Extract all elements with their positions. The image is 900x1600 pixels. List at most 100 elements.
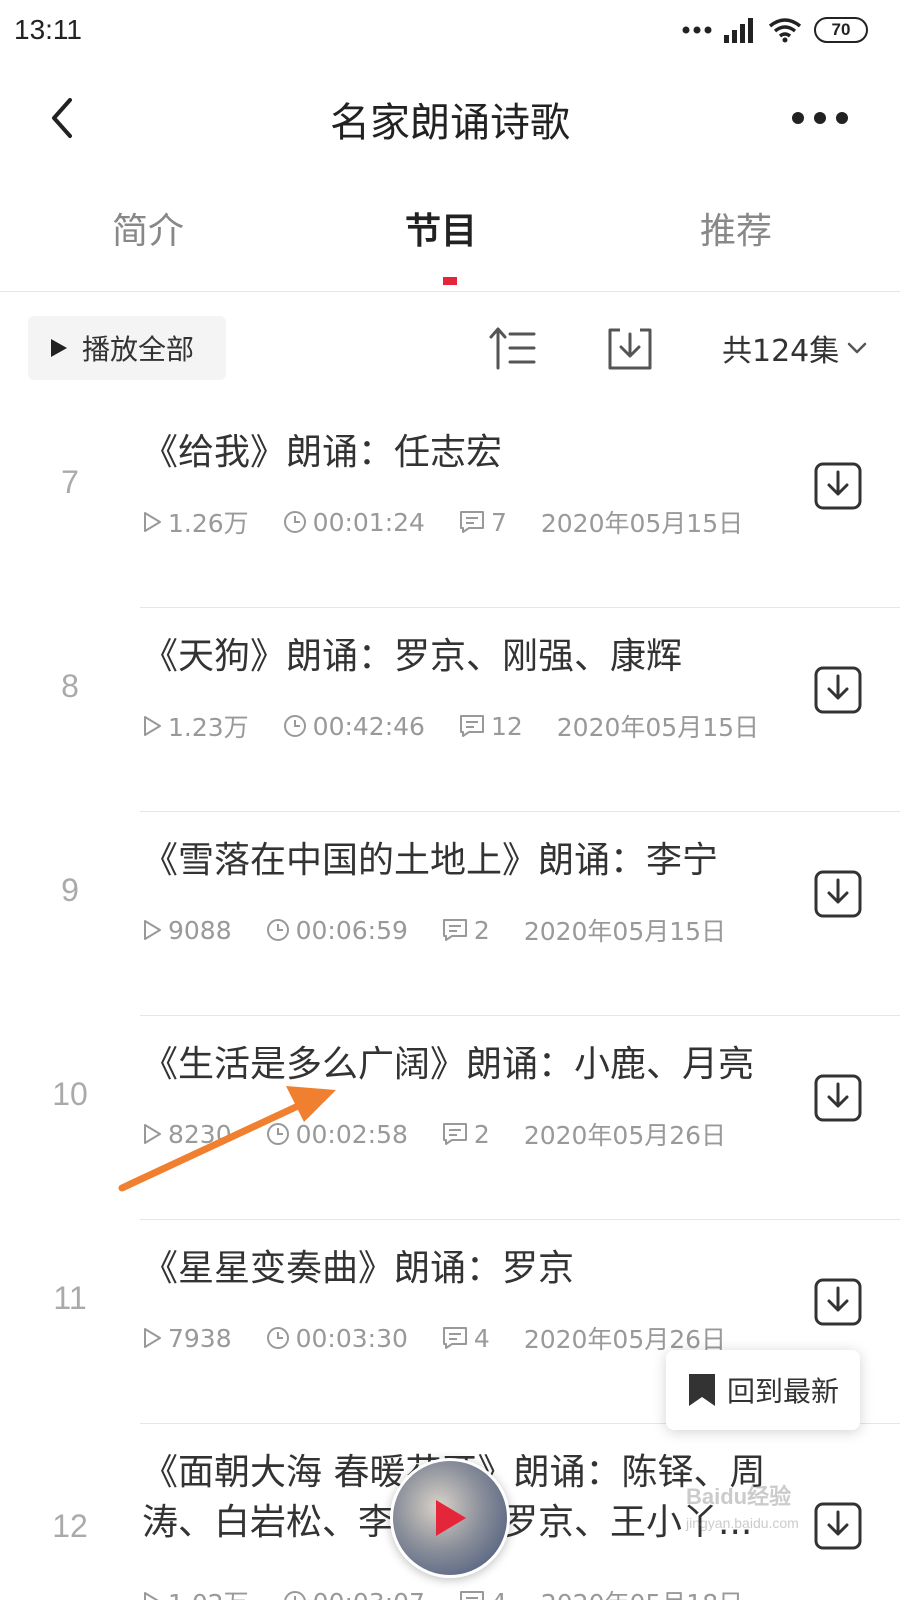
comment-icon xyxy=(459,1591,484,1600)
publish-date: 2020年05月15日 xyxy=(523,917,727,946)
list-toolbar: 播放全部 共124集 xyxy=(0,312,900,384)
episode-title[interactable]: 《雪落在中国的土地上》朗诵：李宁 xyxy=(142,836,792,886)
sort-button[interactable] xyxy=(488,322,540,374)
episode-number: 7 xyxy=(61,464,79,500)
clock-icon xyxy=(266,919,289,941)
play-outline-icon xyxy=(144,1328,161,1348)
mini-player[interactable] xyxy=(390,1458,510,1578)
play-outline-icon xyxy=(144,716,161,736)
download-button[interactable] xyxy=(812,1276,864,1328)
play-icon xyxy=(51,339,67,357)
comment-count: 2 xyxy=(442,1120,490,1149)
play-all-button[interactable]: 播放全部 xyxy=(28,316,226,380)
comment-icon xyxy=(459,511,484,533)
play-outline-icon xyxy=(144,1124,161,1144)
wifi-icon xyxy=(768,18,802,43)
play-count: 9088 xyxy=(142,916,232,945)
play-outline-icon xyxy=(144,512,161,532)
play-count: 7938 xyxy=(142,1324,232,1353)
tab-recommend[interactable]: 推荐 xyxy=(636,202,836,254)
back-to-latest-button[interactable]: 回到最新 xyxy=(666,1350,860,1430)
list-item[interactable]: 8 《天狗》朗诵：罗京、刚强、康辉 1.23万 00:42:46 12 2020… xyxy=(0,608,900,812)
download-button[interactable] xyxy=(812,664,864,716)
duration: 00:03:30 xyxy=(266,1324,408,1353)
back-to-latest-label: 回到最新 xyxy=(726,1375,839,1408)
clock-icon xyxy=(283,511,306,533)
duration: 00:02:58 xyxy=(266,1120,408,1149)
play-all-label: 播放全部 xyxy=(82,333,195,366)
episode-title[interactable]: 《给我》朗诵：任志宏 xyxy=(142,428,792,478)
episode-title[interactable]: 《天狗》朗诵：罗京、刚强、康辉 xyxy=(142,632,792,682)
comment-icon xyxy=(459,715,484,737)
comment-icon xyxy=(442,1327,467,1349)
duration: 00:03:07 xyxy=(283,1588,425,1600)
episode-meta: 1.26万 00:01:24 7 2020年05月15日 xyxy=(142,504,777,540)
watermark: Baidu经验 jingyan.baidu.com xyxy=(686,1484,799,1531)
download-icon xyxy=(814,1278,862,1326)
episode-meta: 7938 00:03:30 4 2020年05月26日 xyxy=(142,1320,760,1356)
comment-icon xyxy=(442,1123,467,1145)
download-icon xyxy=(814,1074,862,1122)
nav-bar: 名家朗诵诗歌 xyxy=(0,62,900,172)
episode-count-dropdown[interactable]: 共124集 xyxy=(722,326,867,370)
download-icon xyxy=(814,666,862,714)
episode-count-label: 共124集 xyxy=(722,334,840,369)
more-button[interactable] xyxy=(780,90,860,146)
tab-intro[interactable]: 简介 xyxy=(48,202,248,254)
download-icon xyxy=(814,870,862,918)
episode-number: 9 xyxy=(61,872,79,908)
episode-meta: 9088 00:06:59 2 2020年05月15日 xyxy=(142,912,760,948)
tab-bar: 简介 节目 推荐 xyxy=(0,182,900,292)
comment-count: 4 xyxy=(442,1324,490,1353)
play-icon xyxy=(436,1500,466,1536)
comment-count: 2 xyxy=(442,916,490,945)
episode-number: 8 xyxy=(61,668,79,704)
episode-title[interactable]: 《生活是多么广阔》朗诵：小鹿、月亮 xyxy=(142,1040,792,1090)
play-count: 1.23万 xyxy=(142,708,249,744)
download-icon xyxy=(814,462,862,510)
episode-title[interactable]: 《星星变奏曲》朗诵：罗京 xyxy=(142,1244,792,1294)
comment-count: 7 xyxy=(459,508,507,537)
tab-episodes[interactable]: 节目 xyxy=(341,202,541,254)
download-button[interactable] xyxy=(812,868,864,920)
publish-date: 2020年05月18日 xyxy=(541,1584,743,1600)
comment-icon xyxy=(442,919,467,941)
status-icons: 70 xyxy=(682,14,868,46)
episode-number: 12 xyxy=(52,1508,88,1544)
comment-count: 12 xyxy=(459,712,523,741)
publish-date: 2020年05月15日 xyxy=(556,713,760,742)
more-dots-icon xyxy=(792,112,848,124)
episode-number: 11 xyxy=(53,1280,87,1316)
episode-meta: 8230 00:02:58 2 2020年05月26日 xyxy=(142,1116,760,1152)
sort-icon xyxy=(489,327,536,370)
play-count: 8230 xyxy=(142,1120,232,1149)
duration: 00:06:59 xyxy=(266,916,408,945)
battery-icon: 70 xyxy=(814,17,868,43)
download-icon xyxy=(814,1502,862,1550)
clock-icon xyxy=(266,1123,289,1145)
publish-date: 2020年05月15日 xyxy=(540,509,744,538)
batch-download-button[interactable] xyxy=(604,322,656,374)
episode-meta: 1.23万 00:42:46 12 2020年05月15日 xyxy=(142,708,793,744)
dots-icon xyxy=(682,26,712,34)
status-time: 13:11 xyxy=(14,14,82,45)
list-item[interactable]: 7 《给我》朗诵：任志宏 1.26万 00:01:24 7 2020年05月15… xyxy=(0,404,900,608)
download-button[interactable] xyxy=(812,1500,864,1552)
comment-count: 4 xyxy=(459,1588,507,1600)
publish-date: 2020年05月26日 xyxy=(523,1121,727,1150)
duration: 00:42:46 xyxy=(283,712,425,741)
signal-icon xyxy=(724,18,753,43)
clock-icon xyxy=(283,715,306,737)
clock-icon xyxy=(266,1327,289,1349)
page-title: 名家朗诵诗歌 xyxy=(330,100,570,146)
download-button[interactable] xyxy=(812,460,864,512)
list-item[interactable]: 9 《雪落在中国的土地上》朗诵：李宁 9088 00:06:59 2 2020年… xyxy=(0,812,900,1016)
episode-meta: 1.02万 00:03:07 4 2020年05月18日 xyxy=(142,1584,777,1600)
download-icon xyxy=(608,328,652,370)
duration: 00:01:24 xyxy=(283,508,425,537)
status-bar: 13:11 70 xyxy=(0,0,900,62)
episode-number: 10 xyxy=(52,1076,88,1112)
tab-indicator xyxy=(443,277,457,285)
list-item[interactable]: 10 《生活是多么广阔》朗诵：小鹿、月亮 8230 00:02:58 2 202… xyxy=(0,1016,900,1220)
download-button[interactable] xyxy=(812,1072,864,1124)
